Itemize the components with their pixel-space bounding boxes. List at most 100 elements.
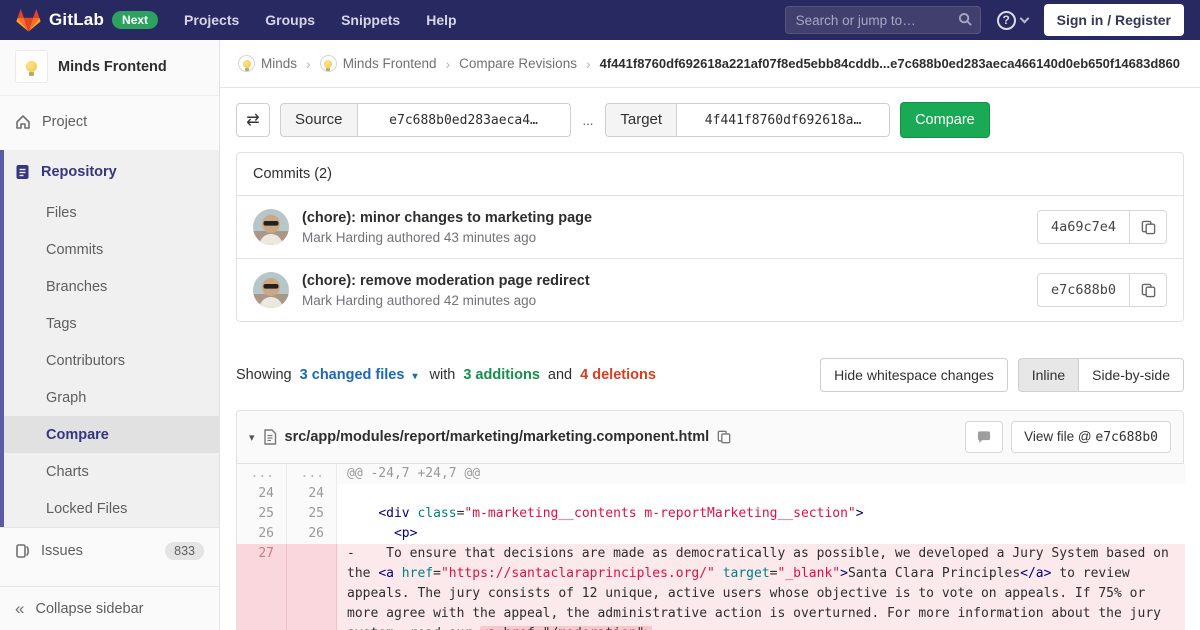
commit-sha-group: e7c688b0: [1037, 273, 1167, 307]
code-segment: href: [402, 566, 433, 581]
view-file-button[interactable]: View file @ e7c688b0: [1011, 421, 1171, 453]
commit-sha-group: 4a69c7e4: [1037, 210, 1167, 244]
sidebar-item-project[interactable]: Project: [0, 102, 219, 142]
old-line-number[interactable]: 26: [237, 524, 287, 544]
search-icon[interactable]: [958, 12, 973, 27]
inline-view-button[interactable]: Inline: [1018, 358, 1078, 392]
breadcrumb-separator: ›: [306, 56, 311, 72]
code-segment: target: [723, 566, 770, 581]
compare-form: ⇄ Source ... Target Compare: [220, 88, 1200, 152]
sidebar-item-commits[interactable]: Commits: [4, 231, 219, 268]
nav-snippets[interactable]: Snippets: [341, 12, 400, 28]
new-line-number[interactable]: 25: [287, 504, 337, 524]
commit-title[interactable]: (chore): minor changes to marketing page: [302, 210, 592, 226]
sidebar-item-compare[interactable]: Compare: [4, 416, 219, 453]
source-ref-input[interactable]: [357, 103, 571, 137]
diff-row: ......@@ -24,7 +24,7 @@: [237, 464, 1183, 484]
commit-title[interactable]: (chore): remove moderation page redirect: [302, 273, 590, 289]
home-icon: [15, 114, 31, 130]
sidebar-item-locked-files[interactable]: Locked Files: [4, 490, 219, 527]
project-sidebar: Minds Frontend Project Repository Files …: [0, 40, 220, 630]
collapse-diff-caret-icon[interactable]: ▾: [249, 431, 255, 444]
avatar[interactable]: [253, 209, 289, 245]
breadcrumb-compare-revisions[interactable]: Compare Revisions: [459, 56, 577, 71]
commit-row: (chore): remove moderation page redirect…: [237, 258, 1183, 321]
code-segment: [715, 566, 723, 581]
new-line-number[interactable]: 24: [287, 484, 337, 504]
project-name: Minds Frontend: [58, 59, 167, 75]
breadcrumb-current-sha-range: 4f441f8760df692618a221af07f8ed5ebb84cddb…: [600, 56, 1180, 71]
diff-summary-bar: Showing 3 changed files ▾ with 3 additio…: [236, 358, 1184, 392]
sidebar-item-contributors[interactable]: Contributors: [4, 342, 219, 379]
breadcrumb-separator: ›: [445, 56, 450, 72]
compare-button[interactable]: Compare: [900, 102, 990, 138]
commit-meta: Mark Harding authored 43 minutes ago: [302, 230, 592, 245]
diff-file-header: ▾ src/app/modules/report/marketing/marke…: [237, 411, 1183, 464]
code-segment: <p>: [394, 526, 417, 541]
old-line-number[interactable]: 27: [237, 544, 287, 630]
copy-sha-button[interactable]: [1130, 210, 1167, 244]
source-ref-group: Source: [280, 103, 571, 137]
old-line-number[interactable]: ...: [237, 464, 287, 484]
diff-row: 2626 <p>: [237, 524, 1183, 544]
code-segment: <a href="/moderation">: [480, 626, 652, 630]
new-line-number[interactable]: 26: [287, 524, 337, 544]
question-icon: ?: [997, 11, 1016, 30]
target-ref-input[interactable]: [676, 103, 890, 137]
breadcrumb-minds-frontend[interactable]: Minds Frontend: [320, 55, 437, 72]
old-line-number[interactable]: 25: [237, 504, 287, 524]
with-label: with: [430, 367, 456, 383]
nav-groups[interactable]: Groups: [265, 12, 315, 28]
breadcrumb-minds[interactable]: Minds: [238, 55, 297, 72]
old-line-number[interactable]: 24: [237, 484, 287, 504]
sidebar-item-graph[interactable]: Graph: [4, 379, 219, 416]
diff-file: ▾ src/app/modules/report/marketing/marke…: [236, 410, 1184, 630]
diff-code-line: - To ensure that decisions are made as d…: [337, 544, 1185, 630]
sidebar-item-tags[interactable]: Tags: [4, 305, 219, 342]
code-segment: >: [840, 566, 848, 581]
copy-icon: [1141, 283, 1156, 298]
project-context-header[interactable]: Minds Frontend: [0, 40, 219, 96]
hide-whitespace-button[interactable]: Hide whitespace changes: [820, 358, 1008, 392]
diff-code-line: <p>: [337, 524, 1185, 544]
chevron-down-icon: [1019, 14, 1029, 24]
additions-count: 3 additions: [463, 367, 540, 383]
help-dropdown[interactable]: ?: [997, 11, 1028, 30]
nav-help[interactable]: Help: [426, 12, 456, 28]
lightbulb-icon: [26, 61, 37, 72]
commits-panel: Commits (2) (chore): minor changes to ma…: [236, 152, 1184, 322]
copy-path-icon[interactable]: [717, 430, 731, 444]
lightbulb-icon: [324, 60, 332, 68]
commit-sha[interactable]: 4a69c7e4: [1037, 210, 1130, 244]
sidebar-item-branches[interactable]: Branches: [4, 268, 219, 305]
side-by-side-view-button[interactable]: Side-by-side: [1078, 358, 1184, 392]
sidebar-item-label: Repository: [41, 164, 117, 180]
swap-revisions-button[interactable]: ⇄: [236, 103, 270, 137]
group-avatar: [238, 55, 255, 72]
new-line-number[interactable]: [287, 544, 337, 630]
toggle-comments-button[interactable]: [965, 421, 1003, 453]
global-search: [785, 6, 981, 34]
sign-in-register-button[interactable]: Sign in / Register: [1044, 4, 1184, 36]
sidebar-item-label: Issues: [41, 543, 83, 559]
gitlab-logo[interactable]: GitLab Next: [16, 8, 158, 33]
double-chevron-left-icon: «: [15, 600, 24, 617]
avatar[interactable]: [253, 272, 289, 308]
copy-sha-button[interactable]: [1130, 273, 1167, 307]
new-line-number[interactable]: ...: [287, 464, 337, 484]
commit-row: (chore): minor changes to marketing page…: [237, 196, 1183, 258]
commit-sha[interactable]: e7c688b0: [1037, 273, 1130, 307]
nav-projects[interactable]: Projects: [184, 12, 239, 28]
breadcrumb: Minds › Minds Frontend › Compare Revisio…: [220, 40, 1200, 88]
collapse-sidebar-button[interactable]: « Collapse sidebar: [0, 586, 219, 630]
sidebar-item-repository[interactable]: Repository: [4, 150, 219, 194]
changed-files-dropdown[interactable]: 3 changed files ▾: [300, 367, 422, 383]
sidebar-item-charts[interactable]: Charts: [4, 453, 219, 490]
and-label: and: [548, 367, 572, 383]
diff-file-path[interactable]: src/app/modules/report/marketing/marketi…: [285, 429, 710, 445]
sidebar-item-issues[interactable]: Issues 833: [0, 527, 219, 573]
sidebar-item-files[interactable]: Files: [4, 194, 219, 231]
diff-view-toggle: Inline Side-by-side: [1018, 358, 1184, 392]
search-input[interactable]: [785, 6, 981, 34]
code-segment: =: [433, 566, 441, 581]
